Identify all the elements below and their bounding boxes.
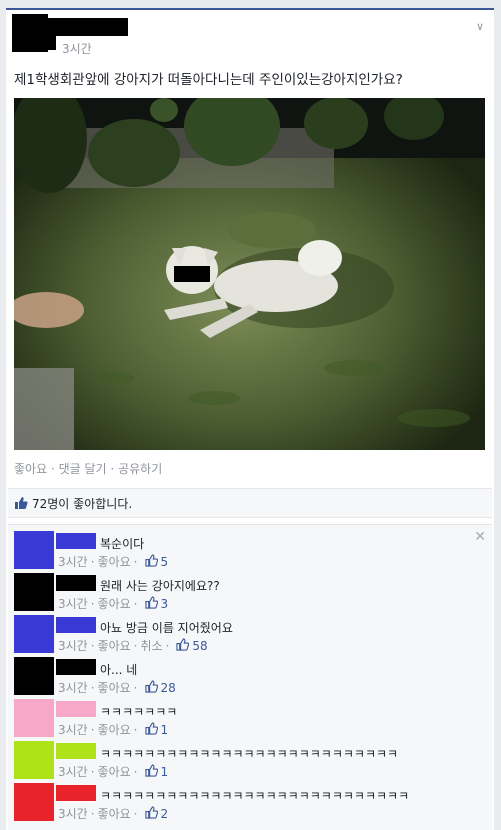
comment-text: 복순이다 xyxy=(100,537,145,551)
post-card: 3시간 ∨ 제1학생회관앞에 강아지가 떠돌아다니는데 주인이있는강아지인가요? xyxy=(6,8,494,830)
post-timestamp[interactable]: 3시간 xyxy=(62,40,92,57)
post-text: 제1학생회관앞에 강아지가 떠돌아다니는데 주인이있는강아지인가요? xyxy=(14,72,403,88)
thumbs-up-icon xyxy=(144,679,158,696)
comment-like-count[interactable]: 58 xyxy=(192,639,207,653)
commenter-name-redacted[interactable] xyxy=(56,617,96,633)
comment-text: ㅋㅋㅋㅋㅋㅋㅋㅋㅋㅋㅋㅋㅋㅋㅋㅋㅋㅋㅋㅋㅋㅋㅋㅋㅋㅋㅋㅋ xyxy=(100,789,410,803)
separator-dot: · xyxy=(133,764,138,779)
commenter-name-redacted[interactable] xyxy=(56,659,96,675)
commenter-avatar[interactable] xyxy=(14,573,54,611)
comment-row: 아뇨 방금 이름 지어줬어요 3시간 · 좋아요 · 취소 · 58 xyxy=(8,613,492,655)
comment-meta: 3시간 · 좋아요 · 5 xyxy=(58,553,168,570)
comment-timestamp[interactable]: 3시간 xyxy=(58,637,88,654)
comment-like-count[interactable]: 2 xyxy=(161,807,169,821)
comments-section: ✕ 복순이다 3시간 · 좋아요 · 5 원래 사는 강아지에요?? 3시간 · 좋아요 · 3 아뇨 … xyxy=(8,524,492,830)
separator-dot: · xyxy=(90,806,95,821)
comment-text: ㅋㅋㅋㅋㅋㅋㅋ xyxy=(100,705,178,719)
comment-like-link[interactable]: 좋아요 xyxy=(98,553,131,570)
likes-count-text[interactable]: 72명이 좋아합니다. xyxy=(32,495,132,512)
separator-dot: · xyxy=(90,554,95,569)
separator-dot: · xyxy=(133,638,138,653)
share-post-link[interactable]: 공유하기 xyxy=(118,462,162,476)
thumbs-up-icon xyxy=(144,763,158,780)
commenter-name-redacted[interactable] xyxy=(56,701,96,717)
comment-row: 아... 네 3시간 · 좋아요 · 28 xyxy=(8,655,492,697)
separator-dot: · xyxy=(90,722,95,737)
separator-dot: · xyxy=(133,806,138,821)
comment-row: ㅋㅋㅋㅋㅋㅋㅋㅋㅋㅋㅋㅋㅋㅋㅋㅋㅋㅋㅋㅋㅋㅋㅋㅋㅋㅋㅋㅋ 3시간 · 좋아요 · 2 xyxy=(8,781,492,823)
post-actions: 좋아요 · 댓글 달기 · 공유하기 xyxy=(14,460,162,477)
comment-timestamp[interactable]: 3시간 xyxy=(58,805,88,822)
post-photo[interactable] xyxy=(14,98,485,450)
separator-dot: · xyxy=(50,462,55,476)
separator-dot: · xyxy=(133,722,138,737)
comment-like-link[interactable]: 좋아요 xyxy=(98,679,131,696)
comment-meta: 3시간 · 좋아요 · 2 xyxy=(58,805,168,822)
like-post-link[interactable]: 좋아요 xyxy=(14,462,47,476)
dog-on-grass-photo xyxy=(14,98,485,450)
separator-dot: · xyxy=(90,638,95,653)
comment-timestamp[interactable]: 3시간 xyxy=(58,679,88,696)
separator-dot: · xyxy=(133,596,138,611)
thumbs-up-icon xyxy=(144,553,158,570)
commenter-avatar[interactable] xyxy=(14,615,54,653)
author-name-redacted[interactable] xyxy=(48,18,128,36)
comment-like-count[interactable]: 1 xyxy=(161,765,169,779)
separator-dot: · xyxy=(90,764,95,779)
comment-like-count[interactable]: 28 xyxy=(161,681,176,695)
redaction-block xyxy=(46,36,56,50)
separator-dot: · xyxy=(110,462,115,476)
comment-timestamp[interactable]: 3시간 xyxy=(58,721,88,738)
comment-meta: 3시간 · 좋아요 · 3 xyxy=(58,595,168,612)
comment-like-link[interactable]: 좋아요 xyxy=(98,721,131,738)
comment-row: ㅋㅋㅋㅋㅋㅋㅋㅋㅋㅋㅋㅋㅋㅋㅋㅋㅋㅋㅋㅋㅋㅋㅋㅋㅋㅋㅋ 3시간 · 좋아요 · 1 xyxy=(8,739,492,781)
thumbs-up-icon xyxy=(144,805,158,822)
comment-timestamp[interactable]: 3시간 xyxy=(58,595,88,612)
comment-text: 아... 네 xyxy=(100,663,138,677)
commenter-name-redacted[interactable] xyxy=(56,743,96,759)
commenter-avatar[interactable] xyxy=(14,783,54,821)
author-avatar[interactable] xyxy=(12,14,48,52)
separator-dot: · xyxy=(133,554,138,569)
comment-timestamp[interactable]: 3시간 xyxy=(58,763,88,780)
separator-dot: · xyxy=(90,596,95,611)
commenter-avatar[interactable] xyxy=(14,741,54,779)
commenter-avatar[interactable] xyxy=(14,699,54,737)
separator-dot: · xyxy=(90,680,95,695)
comment-like-link[interactable]: 좋아요 xyxy=(98,763,131,780)
comment-post-link[interactable]: 댓글 달기 xyxy=(59,462,107,476)
comment-meta: 3시간 · 좋아요 · 1 xyxy=(58,721,168,738)
commenter-name-redacted[interactable] xyxy=(56,533,96,549)
commenter-avatar[interactable] xyxy=(14,531,54,569)
comment-like-count[interactable]: 3 xyxy=(161,597,169,611)
comment-like-link[interactable]: 좋아요 xyxy=(98,637,131,654)
comment-text: 아뇨 방금 이름 지어줬어요 xyxy=(100,621,233,635)
thumbs-up-icon xyxy=(15,497,28,509)
comment-meta: 3시간 · 좋아요 · 28 xyxy=(58,679,176,696)
comment-like-count[interactable]: 5 xyxy=(161,555,169,569)
comment-like-link[interactable]: 좋아요 xyxy=(98,595,131,612)
thumbs-up-icon xyxy=(144,595,158,612)
comment-text: 원래 사는 강아지에요?? xyxy=(100,579,220,593)
post-options-chevron-icon[interactable]: ∨ xyxy=(476,20,484,33)
comment-meta: 3시간 · 좋아요 · 취소 · 58 xyxy=(58,637,208,654)
likes-summary: 72명이 좋아합니다. xyxy=(8,488,492,518)
comment-meta: 3시간 · 좋아요 · 1 xyxy=(58,763,168,780)
comment-timestamp[interactable]: 3시간 xyxy=(58,553,88,570)
commenter-name-redacted[interactable] xyxy=(56,575,96,591)
comment-row: 복순이다 3시간 · 좋아요 · 5 xyxy=(8,529,492,571)
thumbs-up-icon xyxy=(176,637,190,654)
comment-text: ㅋㅋㅋㅋㅋㅋㅋㅋㅋㅋㅋㅋㅋㅋㅋㅋㅋㅋㅋㅋㅋㅋㅋㅋㅋㅋㅋ xyxy=(100,747,399,761)
comment-row: ㅋㅋㅋㅋㅋㅋㅋ 3시간 · 좋아요 · 1 xyxy=(8,697,492,739)
thumbs-up-icon xyxy=(144,721,158,738)
commenter-avatar[interactable] xyxy=(14,657,54,695)
commenter-name-redacted[interactable] xyxy=(56,785,96,801)
comment-unlike-link[interactable]: 취소 xyxy=(141,637,163,654)
separator-dot: · xyxy=(165,638,170,653)
comment-row: 원래 사는 강아지에요?? 3시간 · 좋아요 · 3 xyxy=(8,571,492,613)
comment-like-link[interactable]: 좋아요 xyxy=(98,805,131,822)
separator-dot: · xyxy=(133,680,138,695)
comment-like-count[interactable]: 1 xyxy=(161,723,169,737)
